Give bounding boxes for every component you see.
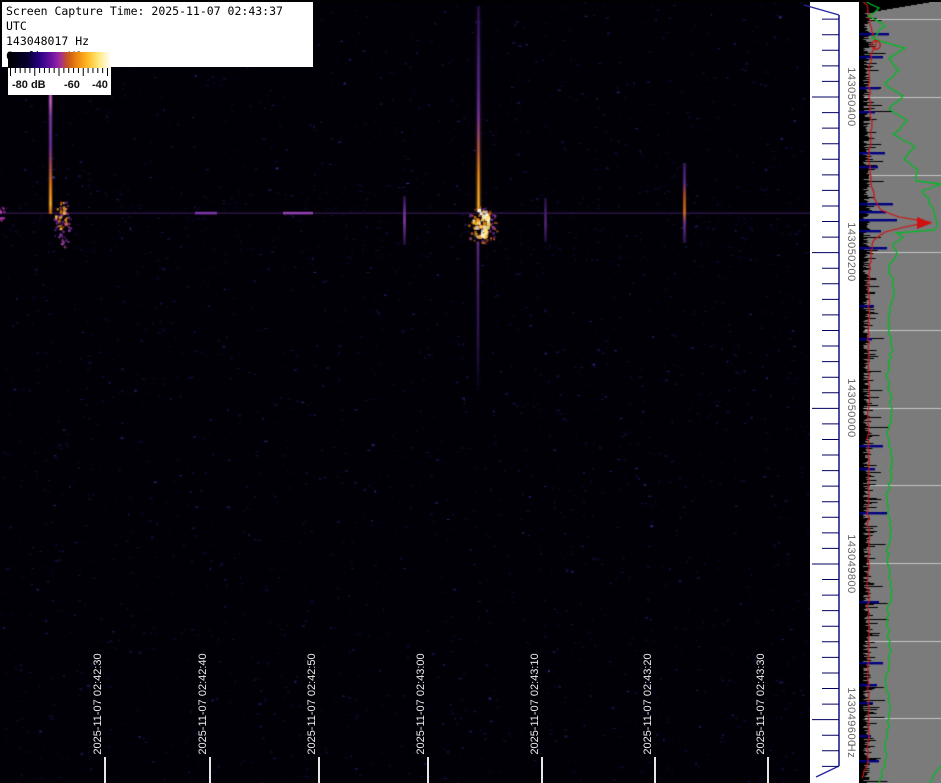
time-axis-tick — [209, 757, 211, 783]
color-scale-label: -60 — [64, 79, 80, 91]
time-axis-tick — [654, 757, 656, 783]
frequency-axis-label: 143050400 — [845, 67, 857, 127]
waterfall-spectrogram — [0, 0, 810, 783]
time-axis-tick — [427, 757, 429, 783]
capture-frequency-text: 143048017 Hz — [6, 34, 309, 49]
color-scale-ticks — [8, 68, 111, 78]
color-scale-label: -40 — [92, 79, 108, 91]
time-axis-tick — [318, 757, 320, 783]
spectrum-graph-panel — [859, 0, 941, 783]
frequency-axis-label: Hz — [845, 744, 857, 758]
time-axis-label: 2025-11-07 02:42:40 — [197, 653, 209, 754]
time-axis-label: 2025-11-07 02:42:30 — [92, 653, 104, 754]
color-scale: -80 dB -60 -40 — [8, 52, 111, 95]
time-axis-tick — [104, 757, 106, 783]
frequency-axis-label: 143049600 — [845, 687, 857, 747]
time-axis-label: 2025-11-07 02:43:30 — [755, 653, 767, 754]
frequency-axis-label: 143050000 — [845, 378, 857, 438]
time-axis-label: 2025-11-07 02:43:20 — [642, 653, 654, 754]
time-axis-tick — [541, 757, 543, 783]
spectrum-capture-window: Screen Capture Time: 2025-11-07 02:43:37… — [0, 0, 941, 783]
color-scale-label: -80 dB — [12, 79, 46, 91]
time-axis-label: 2025-11-07 02:43:00 — [415, 653, 427, 754]
time-axis-label: 2025-11-07 02:43:10 — [529, 653, 541, 754]
window-top-border — [0, 0, 941, 2]
capture-time-text: Screen Capture Time: 2025-11-07 02:43:37… — [6, 4, 309, 34]
time-axis-label: 2025-11-07 02:42:50 — [306, 653, 318, 754]
time-axis-tick — [767, 757, 769, 783]
frequency-axis-label: 143050200 — [845, 222, 857, 282]
frequency-axis-label: 143049800 — [845, 534, 857, 594]
color-scale-gradient — [8, 52, 111, 68]
